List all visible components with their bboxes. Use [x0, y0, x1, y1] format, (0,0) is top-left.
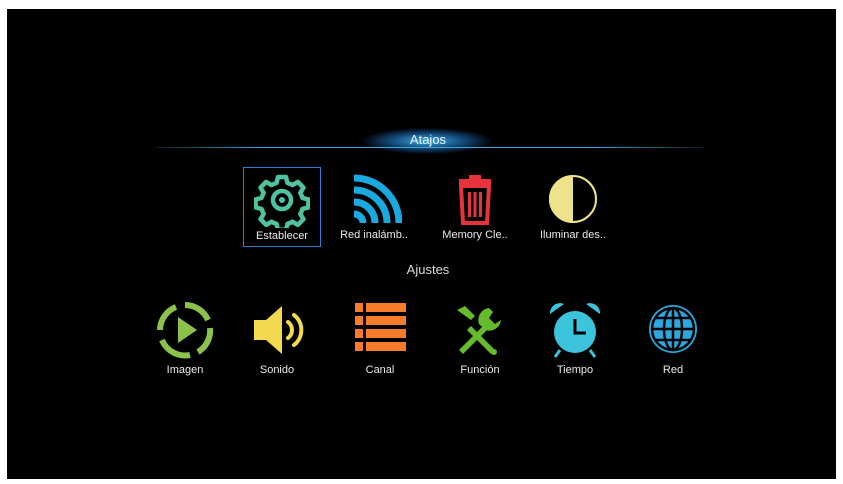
globe-icon: [649, 305, 697, 353]
shortcut-label: Memory Cle..: [442, 229, 508, 241]
wifi-icon: [353, 174, 402, 224]
half-moon-icon: [549, 175, 597, 223]
shortcuts-title: Atajos: [409, 132, 447, 147]
shortcut-red-inalambrica[interactable]: Red inalámb..: [335, 167, 413, 247]
settings-title: Ajustes: [406, 262, 450, 277]
settings-canal[interactable]: Canal: [341, 300, 419, 380]
section-divider: [155, 147, 703, 148]
speaker-icon: [254, 306, 304, 354]
settings-label: Función: [460, 364, 500, 376]
settings-funcion[interactable]: Función: [441, 300, 519, 380]
alarm-clock-icon: [549, 303, 601, 358]
gear-icon: [254, 174, 310, 228]
shortcut-label: Red inalámb..: [340, 229, 408, 241]
settings-label: Tiempo: [556, 364, 594, 376]
shortcut-label: Establecer: [256, 230, 308, 242]
shortcut-establecer[interactable]: Establecer: [243, 167, 321, 247]
list-icon: [355, 303, 406, 351]
settings-tiempo[interactable]: Tiempo: [536, 300, 614, 380]
shortcut-label: Iluminar des..: [539, 229, 607, 241]
settings-label: Canal: [365, 364, 395, 376]
settings-sonido[interactable]: Sonido: [238, 300, 316, 380]
tools-icon: [457, 306, 501, 355]
settings-red[interactable]: Red: [634, 300, 712, 380]
shortcut-iluminar[interactable]: Iluminar des..: [534, 167, 612, 247]
trash-icon: [458, 175, 492, 225]
settings-label: Imagen: [166, 364, 204, 376]
tv-screen: Atajos Establecer Red inalámb.. Memory C…: [7, 9, 836, 479]
settings-imagen[interactable]: Imagen: [146, 300, 224, 380]
shortcut-memory-clean[interactable]: Memory Cle..: [436, 167, 514, 247]
settings-label: Sonido: [259, 364, 295, 376]
settings-label: Red: [662, 364, 684, 376]
play-circle-icon: [157, 301, 214, 359]
